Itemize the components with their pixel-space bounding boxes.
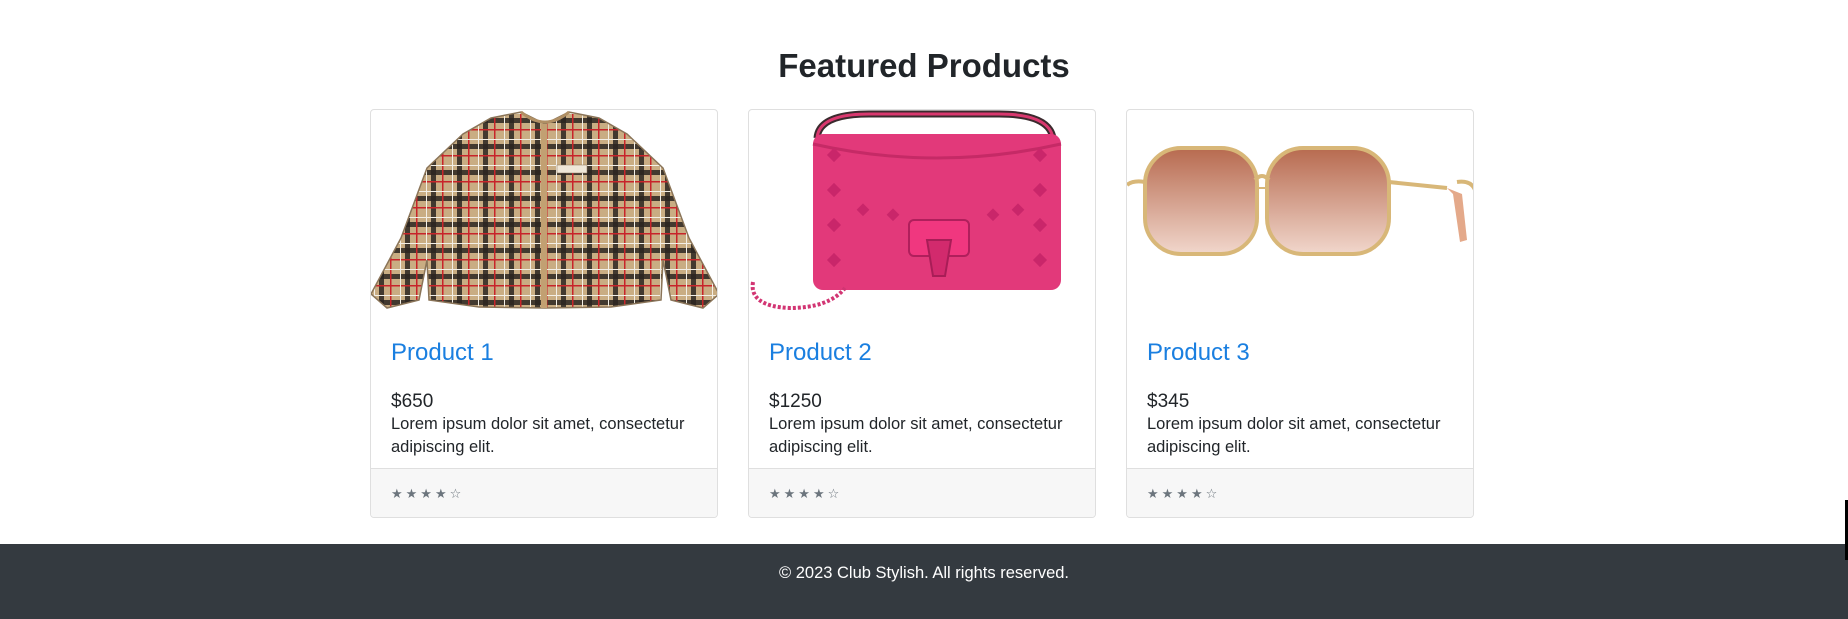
plaid-jacket-icon — [371, 110, 717, 309]
star-rating-icon: ★★★★☆ — [1147, 486, 1221, 501]
product-description: Lorem ipsum dolor sit amet, consectetur … — [1147, 415, 1441, 456]
product-image[interactable] — [371, 110, 717, 320]
card-footer: ★★★★☆ — [1127, 468, 1473, 517]
copyright-text: © 2023 Club Stylish. All rights reserved… — [778, 564, 1070, 582]
card-footer: ★★★★☆ — [371, 468, 717, 517]
product-title-link[interactable]: Product 1 — [391, 331, 494, 375]
product-image[interactable] — [1127, 110, 1473, 320]
product-description: Lorem ipsum dolor sit amet, consectetur … — [769, 415, 1063, 456]
product-description: Lorem ipsum dolor sit amet, consectetur … — [391, 415, 685, 456]
site-footer: © 2023 Club Stylish. All rights reserved… — [0, 544, 1848, 619]
product-title-link[interactable]: Product 3 — [1147, 331, 1250, 375]
product-image[interactable] — [749, 110, 1095, 320]
star-rating-icon: ★★★★☆ — [391, 486, 465, 501]
product-grid: Product 1 $650 Lorem ipsum dolor sit ame… — [370, 109, 1474, 518]
product-card: Product 3 $345 Lorem ipsum dolor sit ame… — [1126, 109, 1474, 518]
pink-handbag-icon — [750, 110, 1062, 311]
card-footer: ★★★★☆ — [749, 468, 1095, 517]
section-title: Featured Products — [778, 47, 1070, 84]
product-title-link[interactable]: Product 2 — [769, 331, 872, 375]
product-card: Product 2 $1250 Lorem ipsum dolor sit am… — [748, 109, 1096, 518]
product-card: Product 1 $650 Lorem ipsum dolor sit ame… — [370, 109, 718, 518]
star-rating-icon: ★★★★☆ — [769, 486, 843, 501]
sunglasses-icon — [1127, 146, 1473, 256]
